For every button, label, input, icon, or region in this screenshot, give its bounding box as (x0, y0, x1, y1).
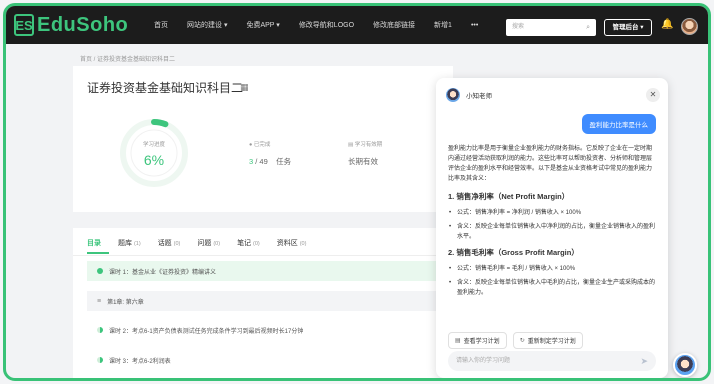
ai-assistant-launcher[interactable] (673, 353, 697, 377)
ai-answer-formula-1: 公式：销售净利率 = 净利润 / 销售收入 × 100% (448, 208, 656, 218)
breadcrumb[interactable]: 首页 / 证券投资基金基础知识科目二 (80, 54, 175, 63)
lesson-row-3[interactable]: 课时 3：考点6-2利润表 (87, 350, 467, 370)
ai-answer-meaning-2: 含义：反映企业每单位销售收入中毛利的占比，衡量企业生产或采购成本的盈利能力。 (448, 278, 656, 298)
ai-answer-list-2: 公式：销售毛利率 = 毛利 / 销售收入 × 100% 含义：反映企业每单位销售… (448, 264, 656, 298)
ai-answer-intro: 盈利能力比率是用于衡量企业盈利能力的财务指标。它反映了企业在一定时期内通过经营活… (448, 146, 653, 182)
chapter-row[interactable]: ≡ 第1章: 第六章 (87, 291, 467, 311)
course-content-card: 目录 题库 (1) 话题 (0) 问题 (0) 笔记 (0) 资料区 (0) 课… (73, 228, 467, 378)
chapter-title: 第1章: 第六章 (107, 299, 144, 306)
view-study-plan-button[interactable]: ▤ 查看学习计划 (448, 332, 507, 349)
nav-item-home[interactable]: 首页 (154, 20, 168, 30)
nav-item-edit-footer[interactable]: 修改底部链接 (373, 20, 415, 30)
lesson-row-2[interactable]: 课时 2：考点6-1资产负债表测试任务完成条件学习到最后视频时长17分钟 (87, 320, 467, 340)
ai-answer: 盈利能力比率是用于衡量企业盈利能力的财务指标。它反映了企业在一定时期内通过经营活… (448, 144, 656, 326)
user-message-bubble: 盈利能力比率是什么 (581, 114, 656, 134)
tab-catalog[interactable]: 目录 (87, 238, 101, 248)
refresh-icon: ↻ (519, 338, 525, 344)
search-input[interactable]: 搜索 ⌕ (506, 19, 596, 36)
ai-input-placeholder: 请输入你的学习问题 (456, 358, 511, 364)
tab-topics[interactable]: 话题 (0) (158, 238, 181, 248)
lesson-title: 课时 1：基金从业《证券投资》精编讲义 (109, 269, 217, 276)
site-logo[interactable]: ES EduSoho (14, 14, 132, 37)
course-title: 证券投资基金基础知识科目二 (87, 81, 244, 95)
nav-item-new1[interactable]: 新增1 (434, 20, 452, 30)
nav-item-more[interactable]: ••• (471, 22, 478, 29)
ai-teacher-name: 小知老师 (466, 93, 492, 100)
nav-item-site-build[interactable]: 网站的建设 ▾ (187, 20, 227, 30)
search-icon[interactable]: ⌕ (586, 19, 590, 36)
lesson-in-progress-icon (97, 327, 103, 333)
ai-assistant-panel: 小知老师 ✕ 盈利能力比率是什么 盈利能力比率是用于衡量企业盈利能力的财务指标。… (436, 78, 668, 378)
lesson-in-progress-icon (97, 357, 103, 363)
send-icon[interactable]: ➤ (640, 351, 648, 371)
course-tabs: 目录 题库 (1) 话题 (0) 问题 (0) 笔记 (0) 资料区 (0) (87, 238, 323, 248)
course-summary-card: 证券投资基金基础知识科目二 ▦ 学习进度 6% ● 已完成 3 / 49 任务 … (73, 66, 453, 212)
ai-question-input[interactable]: 请输入你的学习问题 ➤ (448, 351, 656, 371)
active-tab-underline (87, 252, 109, 254)
tab-divider (73, 255, 453, 256)
lesson-complete-icon (97, 268, 103, 274)
qr-code-icon[interactable]: ▦ (240, 82, 249, 93)
ai-answer-list-1: 公式：销售净利率 = 净利润 / 销售收入 × 100% 含义：反映企业每单位销… (448, 208, 656, 242)
ai-answer-meaning-1: 含义：反映企业每单位销售收入中净利润的占比，衡量企业销售收入的盈利水平。 (448, 222, 656, 242)
ai-answer-heading-1: 1. 销售净利率（Net Profit Margin） (448, 192, 570, 201)
nav-item-free-app[interactable]: 免费APP ▾ (246, 20, 279, 30)
progress-label: 学习进度 (142, 142, 165, 148)
validity-value: 长期有效 (348, 157, 378, 166)
tab-notes[interactable]: 笔记 (0) (237, 238, 260, 248)
ai-answer-heading-2: 2. 销售毛利率（Gross Profit Margin） (448, 248, 579, 257)
user-avatar[interactable] (681, 18, 698, 35)
tab-questions[interactable]: 问题 (0) (197, 238, 220, 248)
logo-mark: ES (14, 14, 34, 36)
progress-value: 6% (143, 152, 165, 168)
top-navbar: ES EduSoho 首页 网站的建设 ▾ 免费APP ▾ 修改导航和LOGO … (6, 6, 708, 44)
ai-teacher-avatar (446, 88, 460, 102)
close-icon[interactable]: ✕ (646, 88, 660, 102)
ai-answer-formula-2: 公式：销售毛利率 = 毛利 / 销售收入 × 100% (448, 264, 656, 274)
logo-text: EduSoho (37, 13, 129, 36)
lesson-row-1[interactable]: 课时 1：基金从业《证券投资》精编讲义 (87, 261, 467, 281)
completed-value: 3 / 49 任务 (249, 157, 292, 166)
lesson-title: 课时 2：考点6-1资产负债表测试任务完成条件学习到最后视频时长17分钟 (109, 328, 304, 335)
admin-dropdown-button[interactable]: 管理后台 ▾ (604, 19, 652, 36)
ai-quick-actions: ▤ 查看学习计划 ↻ 重新制定学习计划 (448, 332, 589, 349)
completed-label: ● 已完成 (249, 142, 271, 148)
ai-header: 小知老师 (446, 88, 492, 102)
app-frame: ES EduSoho 首页 网站的建设 ▾ 免费APP ▾ 修改导航和LOGO … (3, 3, 711, 381)
tab-materials[interactable]: 资料区 (0) (277, 238, 307, 248)
bell-icon[interactable]: 🔔 (661, 19, 673, 30)
lesson-title: 课时 3：考点6-2利润表 (109, 358, 171, 365)
search-placeholder: 搜索 (512, 24, 525, 30)
calendar-icon: ▤ (455, 338, 461, 344)
chapter-icon: ≡ (97, 297, 102, 305)
tab-question-bank[interactable]: 题库 (1) (118, 238, 141, 248)
main-nav: 首页 网站的建设 ▾ 免费APP ▾ 修改导航和LOGO 修改底部链接 新增1 … (154, 20, 497, 30)
validity-label: ▤ 学习有效期 (348, 142, 383, 148)
replan-study-button[interactable]: ↻ 重新制定学习计划 (512, 332, 583, 349)
nav-item-edit-nav-logo[interactable]: 修改导航和LOGO (299, 20, 354, 30)
